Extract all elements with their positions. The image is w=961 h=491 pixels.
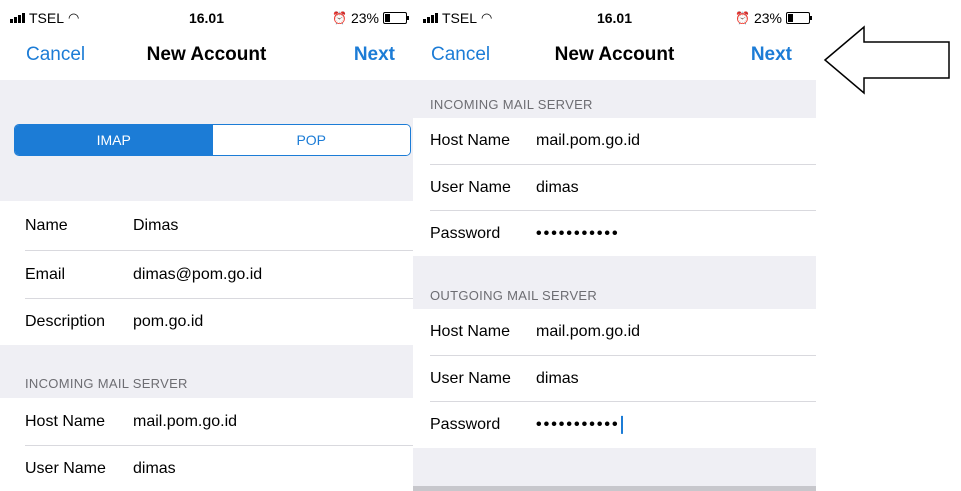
host-name-value[interactable]: mail.pom.go.id [133,413,237,431]
alarm-icon: ⏰ [332,11,347,25]
user-name-value[interactable]: dimas [536,179,579,197]
password-label: Password [430,416,501,433]
password-value[interactable]: ••••••••••• [536,416,620,433]
battery-icon [786,12,812,24]
outgoing-user-name-field[interactable]: User Name dimas [413,356,816,401]
host-name-label: Host Name [430,132,511,149]
name-field[interactable]: Name Dimas [0,202,413,250]
account-type-segmented-control[interactable]: IMAP POP [14,124,411,156]
bottom-spacer [413,448,816,491]
segment-pop[interactable]: POP [212,125,410,155]
outgoing-host-name-field[interactable]: Host Name mail.pom.go.id [413,309,816,355]
battery-percent: 23% [350,10,379,26]
user-name-label: User Name [430,178,511,196]
email-value[interactable]: dimas@pom.go.id [133,266,262,284]
next-button[interactable]: Next [354,44,395,66]
incoming-host-name-field[interactable]: Host Name mail.pom.go.id [0,398,413,445]
left-phone-screen: TSEL ◠ 16.01 ⏰ 23% Cancel New Account Ne… [0,0,413,491]
status-bar: TSEL ◠ 16.01 ⏰ 23% [413,0,816,34]
outgoing-mail-server-header: OUTGOING MAIL SERVER [430,288,598,303]
navigation-bar: Cancel New Account Next [0,34,413,80]
incoming-password-field[interactable]: Password ••••••••••• [413,211,816,256]
description-value[interactable]: pom.go.id [133,313,203,331]
navigation-bar: Cancel New Account Next [413,34,816,80]
email-label: Email [25,265,66,283]
incoming-mail-server-header: INCOMING MAIL SERVER [430,97,593,112]
host-name-value[interactable]: mail.pom.go.id [536,132,640,150]
arrow-left-icon [823,25,950,95]
password-label: Password [430,224,501,242]
user-name-value[interactable]: dimas [133,460,176,478]
description-field[interactable]: Description pom.go.id [0,299,413,345]
segment-imap[interactable]: IMAP [15,125,213,155]
password-value[interactable]: ••••••••••• [536,225,620,243]
incoming-mail-server-header: INCOMING MAIL SERVER [25,376,188,391]
outgoing-password-field[interactable]: Password ••••••••••• [413,402,816,448]
incoming-user-name-field[interactable]: User Name dimas [0,446,413,491]
description-label: Description [25,313,106,330]
host-name-label: Host Name [430,323,511,340]
next-button[interactable]: Next [751,44,792,66]
incoming-user-name-field[interactable]: User Name dimas [413,165,816,210]
incoming-host-name-field[interactable]: Host Name mail.pom.go.id [413,118,816,164]
user-name-label: User Name [25,459,106,477]
host-name-label: Host Name [25,412,106,430]
page-title: New Account [146,44,267,65]
email-field[interactable]: Email dimas@pom.go.id [0,251,413,298]
user-name-value[interactable]: dimas [536,370,579,388]
name-value[interactable]: Dimas [133,217,178,235]
battery-percent: 23% [753,10,782,26]
bottom-divider [413,486,816,491]
status-bar: TSEL ◠ 16.01 ⏰ 23% [0,0,413,34]
host-name-value[interactable]: mail.pom.go.id [536,323,640,341]
text-cursor [620,415,623,434]
right-phone-screen: TSEL ◠ 16.01 ⏰ 23% Cancel New Account Ne… [413,0,816,491]
alarm-icon: ⏰ [735,11,750,25]
name-label: Name [25,217,68,234]
battery-icon [383,12,409,24]
user-name-label: User Name [430,369,511,387]
